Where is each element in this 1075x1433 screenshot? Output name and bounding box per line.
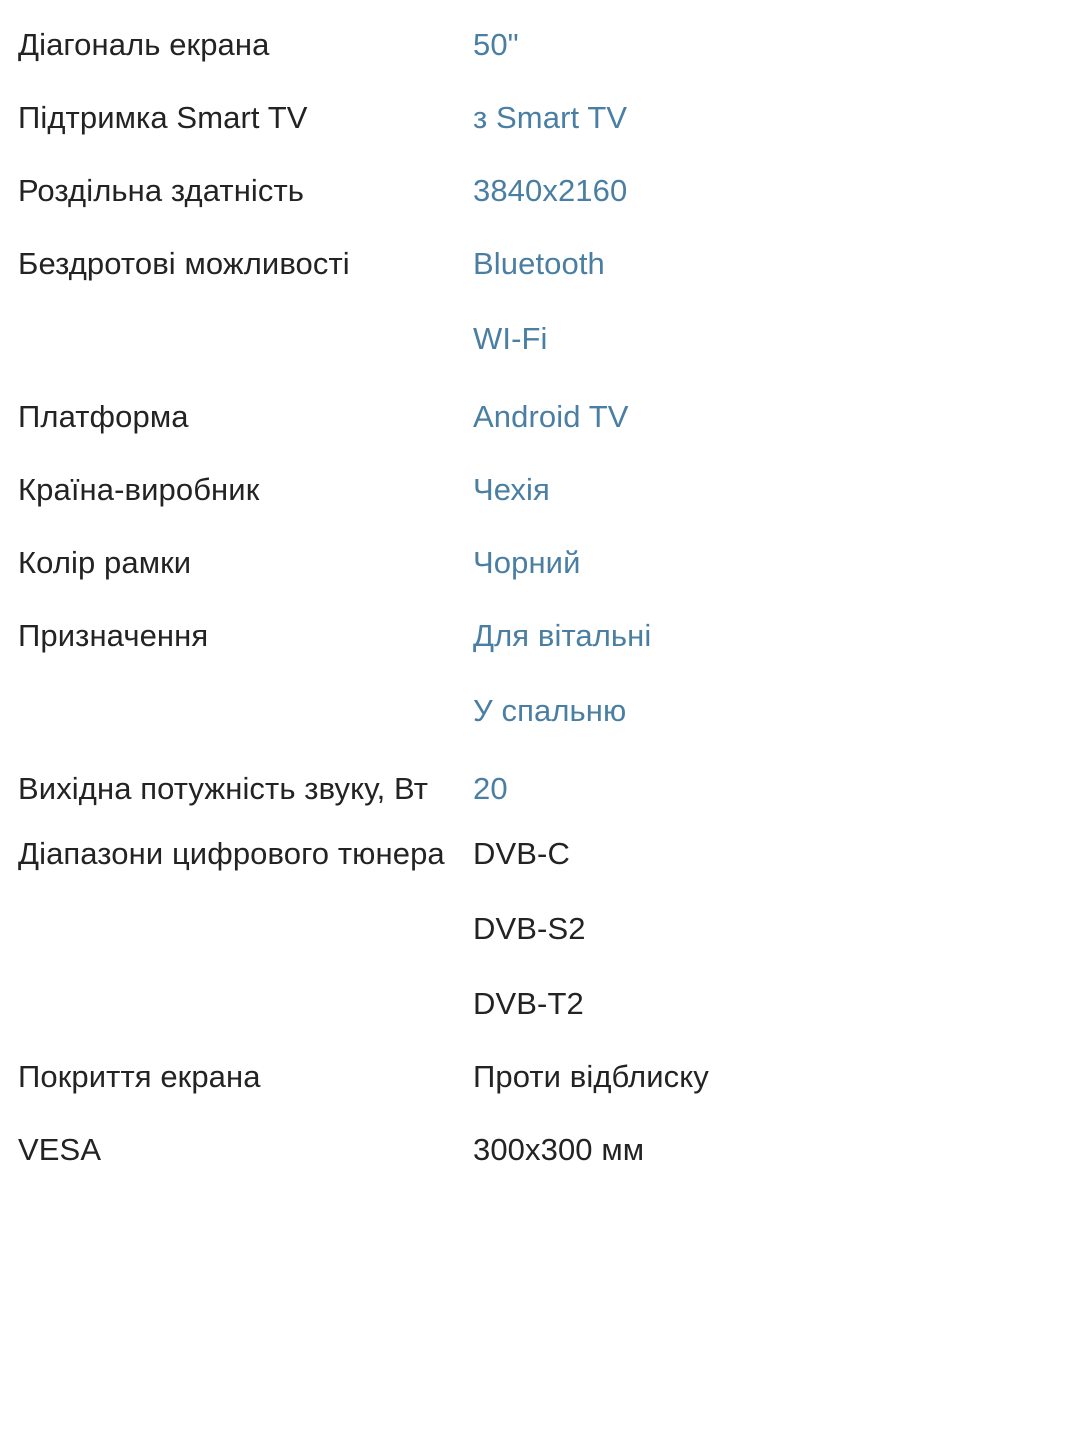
spec-value[interactable]: з Smart TV bbox=[473, 91, 1075, 144]
spec-row-platform: Платформа Android TV bbox=[0, 390, 1075, 443]
spec-label: Вихідна потужність звуку, Вт bbox=[18, 771, 429, 806]
spec-value: DVB-S2 bbox=[473, 911, 586, 946]
spec-value: DVB-T2 bbox=[473, 986, 584, 1021]
spec-value-group: 3840x2160 bbox=[473, 164, 1075, 217]
spec-value-group: Чехія bbox=[473, 463, 1075, 516]
spec-label: Платформа bbox=[18, 399, 189, 434]
spec-row-wireless-capabilities: Бездротові можливості Bluetooth WI-Fi bbox=[0, 237, 1075, 365]
spec-label: VESA bbox=[18, 1132, 102, 1167]
spec-value-group: 300x300 мм bbox=[473, 1123, 1075, 1176]
spec-value: Проти відблиску bbox=[473, 1059, 709, 1094]
spec-label: Призначення bbox=[18, 618, 209, 653]
spec-value-group: Чорний bbox=[473, 536, 1075, 589]
spec-value[interactable]: WI-Fi bbox=[473, 312, 1075, 365]
spec-value-group: 20 bbox=[473, 762, 1075, 815]
spec-value-group: DVB-C DVB-S2 DVB-T2 bbox=[473, 827, 1075, 1030]
spec-value[interactable]: Чорний bbox=[473, 536, 1075, 589]
spec-row-audio-output-power: Вихідна потужність звуку, Вт 20 bbox=[0, 762, 1075, 815]
spec-label: Бездротові можливості bbox=[18, 246, 350, 281]
spec-value-group: 50" bbox=[473, 18, 1075, 71]
spec-label: Діагональ екрана bbox=[18, 27, 270, 62]
spec-row-intended-use: Призначення Для вітальні У спальню bbox=[0, 609, 1075, 737]
spec-value[interactable]: 50" bbox=[473, 18, 1075, 71]
spec-label: Колір рамки bbox=[18, 545, 192, 580]
spec-value[interactable]: 20 bbox=[473, 762, 1075, 815]
spec-value-group: з Smart TV bbox=[473, 91, 1075, 144]
spec-row-screen-coating: Покриття екрана Проти відблиску bbox=[0, 1050, 1075, 1103]
spec-value-group: Android TV bbox=[473, 390, 1075, 443]
spec-value-group: Bluetooth WI-Fi bbox=[473, 237, 1075, 365]
spec-row-vesa: VESA 300x300 мм bbox=[0, 1123, 1075, 1176]
spec-value[interactable]: Для вітальні bbox=[473, 609, 1075, 662]
spec-row-country-of-manufacture: Країна-виробник Чехія bbox=[0, 463, 1075, 516]
spec-label: Покриття екрана bbox=[18, 1059, 261, 1094]
spec-row-screen-diagonal: Діагональ екрана 50" bbox=[0, 18, 1075, 71]
spec-value[interactable]: Android TV bbox=[473, 390, 1075, 443]
spec-label: Країна-виробник bbox=[18, 472, 260, 507]
spec-row-frame-color: Колір рамки Чорний bbox=[0, 536, 1075, 589]
spec-value[interactable]: 3840x2160 bbox=[473, 164, 1075, 217]
product-specifications-table: Діагональ екрана 50" Підтримка Smart TV … bbox=[0, 0, 1075, 1433]
spec-value[interactable]: Чехія bbox=[473, 463, 1075, 516]
spec-value: 300x300 мм bbox=[473, 1132, 645, 1167]
spec-row-resolution: Роздільна здатність 3840x2160 bbox=[0, 164, 1075, 217]
spec-value: DVB-C bbox=[473, 836, 570, 871]
spec-value[interactable]: У спальню bbox=[473, 684, 1075, 737]
spec-row-smart-tv-support: Підтримка Smart TV з Smart TV bbox=[0, 91, 1075, 144]
spec-label: Діапазони цифрового тюнера bbox=[18, 836, 445, 871]
spec-label: Підтримка Smart TV bbox=[18, 100, 308, 135]
spec-value-group: Проти відблиску bbox=[473, 1050, 1075, 1103]
spec-row-digital-tuner-bands: Діапазони цифрового тюнера DVB-C DVB-S2 … bbox=[0, 827, 1075, 1030]
spec-value[interactable]: Bluetooth bbox=[473, 237, 1075, 290]
spec-label: Роздільна здатність bbox=[18, 173, 305, 208]
spec-value-group: Для вітальні У спальню bbox=[473, 609, 1075, 737]
